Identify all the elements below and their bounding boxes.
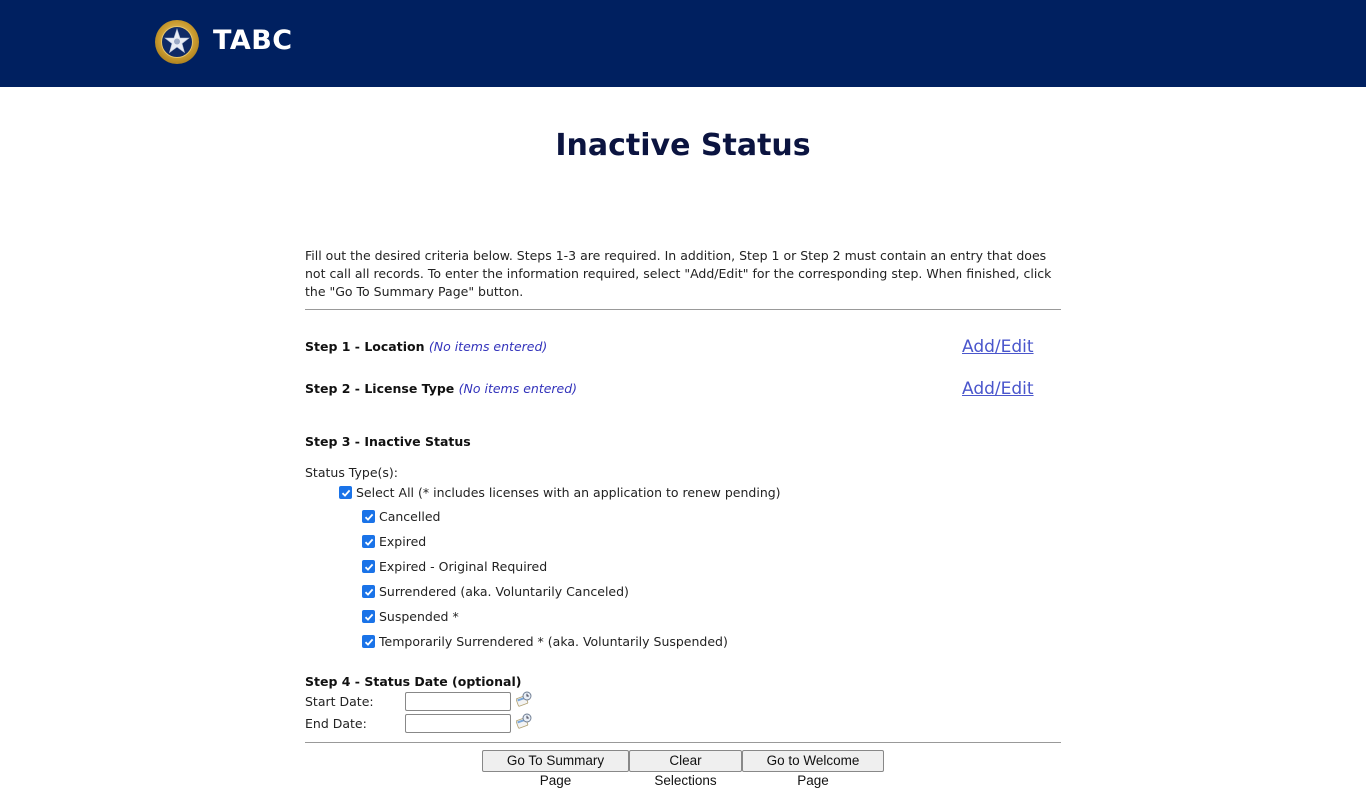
option-label: Suspended * <box>379 609 459 624</box>
end-date-input[interactable] <box>405 714 511 733</box>
status-types-label: Status Type(s): <box>305 465 398 480</box>
brand-name[interactable]: TABC <box>213 25 293 56</box>
divider-top <box>305 309 1061 310</box>
go-to-summary-button[interactable]: Go To Summary Page <box>482 750 629 788</box>
option-label: Expired - Original Required <box>379 559 548 574</box>
site-header: TABC <box>0 0 1366 87</box>
tabc-seal-icon[interactable] <box>155 20 199 64</box>
checkbox-checked-icon[interactable] <box>362 610 375 623</box>
end-date-label: End Date: <box>305 716 367 731</box>
clear-selections-button[interactable]: Clear Selections <box>629 750 742 788</box>
checkbox-checked-icon[interactable] <box>362 510 375 523</box>
step2-label: Step 2 - License Type <box>305 381 455 396</box>
step3-label: Step 3 - Inactive Status <box>305 434 471 449</box>
checkbox-checked-icon[interactable] <box>339 486 352 499</box>
step1-label: Step 1 - Location <box>305 339 425 354</box>
step2-row: Step 2 - License Type (No items entered) <box>305 381 577 396</box>
calendar-icon[interactable] <box>515 691 532 707</box>
option-label: Surrendered (aka. Voluntarily Canceled) <box>379 584 629 599</box>
status-option-suspended[interactable]: Suspended * <box>362 609 459 624</box>
status-option-surrendered[interactable]: Surrendered (aka. Voluntarily Canceled) <box>362 584 629 599</box>
status-option-cancelled[interactable]: Cancelled <box>362 509 440 524</box>
status-option-expired[interactable]: Expired <box>362 534 426 549</box>
start-date-label: Start Date: <box>305 694 374 709</box>
step4-label: Step 4 - Status Date (optional) <box>305 674 522 689</box>
status-option-expired-original-required[interactable]: Expired - Original Required <box>362 559 547 574</box>
option-label: Expired <box>379 534 427 549</box>
calendar-icon[interactable] <box>515 713 532 729</box>
checkbox-checked-icon[interactable] <box>362 535 375 548</box>
step2-note: (No items entered) <box>458 381 578 396</box>
step1-add-edit-link[interactable]: Add/Edit <box>962 337 1034 357</box>
step1-note: (No items entered) <box>428 339 548 354</box>
form-area: Fill out the desired criteria below. Ste… <box>305 247 1061 301</box>
go-to-welcome-button[interactable]: Go to Welcome Page <box>742 750 884 788</box>
step2-add-edit-link[interactable]: Add/Edit <box>962 379 1034 399</box>
checkbox-checked-icon[interactable] <box>362 585 375 598</box>
checkbox-checked-icon[interactable] <box>362 560 375 573</box>
checkbox-checked-icon[interactable] <box>362 635 375 648</box>
select-all-label: Select All (* includes licenses with an … <box>356 485 781 500</box>
step1-row: Step 1 - Location (No items entered) <box>305 339 547 354</box>
start-date-input[interactable] <box>405 692 511 711</box>
option-label: Temporarily Surrendered * (aka. Voluntar… <box>379 634 728 649</box>
select-all-checkbox[interactable]: Select All (* includes licenses with an … <box>339 485 781 500</box>
option-label: Cancelled <box>379 509 441 524</box>
intro-text: Fill out the desired criteria below. Ste… <box>305 248 1052 299</box>
divider-bottom <box>305 742 1061 743</box>
status-option-temporarily-surrendered[interactable]: Temporarily Surrendered * (aka. Voluntar… <box>362 634 728 649</box>
page-title: Inactive Status <box>555 128 811 163</box>
